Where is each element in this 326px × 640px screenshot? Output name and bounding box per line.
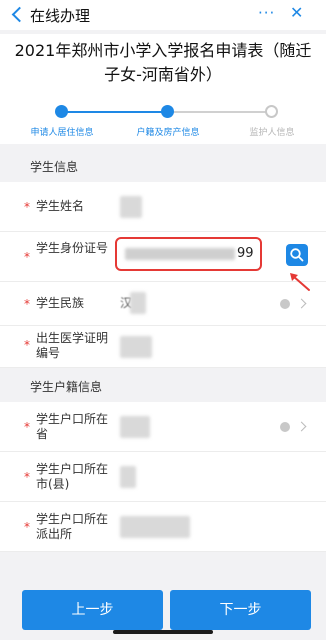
- step-connector-todo: [168, 111, 272, 113]
- field-hukou-city[interactable]: * 学生户口所在市(县): [0, 452, 326, 502]
- field-hukou-province[interactable]: * 学生户口所在省: [0, 402, 326, 452]
- field-birth-certificate[interactable]: * 出生医学证明编号: [0, 326, 326, 368]
- required-mark: *: [24, 470, 30, 484]
- required-mark: *: [24, 297, 30, 311]
- step-2-label: 户籍及房产信息: [136, 128, 200, 138]
- field-label-hukou-station: 学生户口所在派出所: [36, 512, 109, 541]
- required-mark: *: [24, 250, 30, 264]
- next-step-button[interactable]: 下一步: [170, 590, 311, 630]
- field-label-ethnicity: 学生民族: [36, 296, 85, 310]
- close-button[interactable]: ✕: [290, 3, 303, 22]
- more-menu-button[interactable]: ···: [258, 4, 275, 22]
- section-student-info: 学生信息: [0, 148, 326, 182]
- field-label-hukou-city: 学生户口所在市(县): [36, 462, 109, 491]
- ethnicity-value-masked: [130, 292, 146, 314]
- chevron-right-icon: [296, 298, 307, 309]
- step-1-label: 申请人居住信息: [30, 128, 94, 138]
- prev-step-button[interactable]: 上一步: [22, 590, 163, 630]
- field-student-name[interactable]: * 学生姓名: [0, 182, 326, 232]
- step-connector-done: [62, 111, 168, 113]
- top-nav-bar: 在线办理 ··· ✕: [0, 0, 326, 30]
- progress-steps: 申请人居住信息 户籍及房产信息 监护人信息: [0, 92, 326, 144]
- step-3-label: 监护人信息: [249, 128, 295, 138]
- field-ethnicity[interactable]: * 学生民族 汉: [0, 282, 326, 326]
- section-student-household: 学生户籍信息: [0, 368, 326, 402]
- hukou-province-value: [120, 416, 150, 438]
- step-2-dot: [161, 105, 174, 118]
- field-label-id: 学生身份证号: [36, 241, 109, 255]
- nav-title: 在线办理: [30, 7, 91, 25]
- birth-cert-value: [120, 336, 152, 358]
- required-mark: *: [24, 420, 30, 434]
- required-mark: *: [24, 200, 30, 214]
- field-label-name: 学生姓名: [36, 199, 85, 213]
- field-label-hukou-province: 学生户口所在省: [36, 412, 109, 441]
- id-number-masked: [125, 248, 235, 260]
- home-indicator: [113, 630, 213, 634]
- clear-icon[interactable]: [280, 299, 290, 309]
- id-number-input[interactable]: 99: [115, 237, 262, 271]
- required-mark: *: [24, 520, 30, 534]
- hukou-city-value: [120, 466, 136, 488]
- clear-icon[interactable]: [280, 422, 290, 432]
- field-hukou-station[interactable]: * 学生户口所在派出所: [0, 502, 326, 552]
- chevron-right-icon: [296, 421, 307, 432]
- red-arrow-icon: [290, 273, 310, 291]
- search-icon[interactable]: [286, 244, 308, 266]
- form-title: 2021年郑州市小学入学报名申请表（随迁子女-河南省外）: [0, 34, 326, 92]
- step-3-dot: [265, 105, 278, 118]
- student-name-value: [120, 196, 142, 218]
- required-mark: *: [24, 338, 30, 352]
- id-number-suffix: 99: [237, 246, 254, 261]
- chevron-left-icon[interactable]: [6, 3, 28, 27]
- field-label-birth-cert: 出生医学证明编号: [36, 331, 109, 360]
- step-1-dot: [55, 105, 68, 118]
- hukou-station-value: [120, 516, 190, 538]
